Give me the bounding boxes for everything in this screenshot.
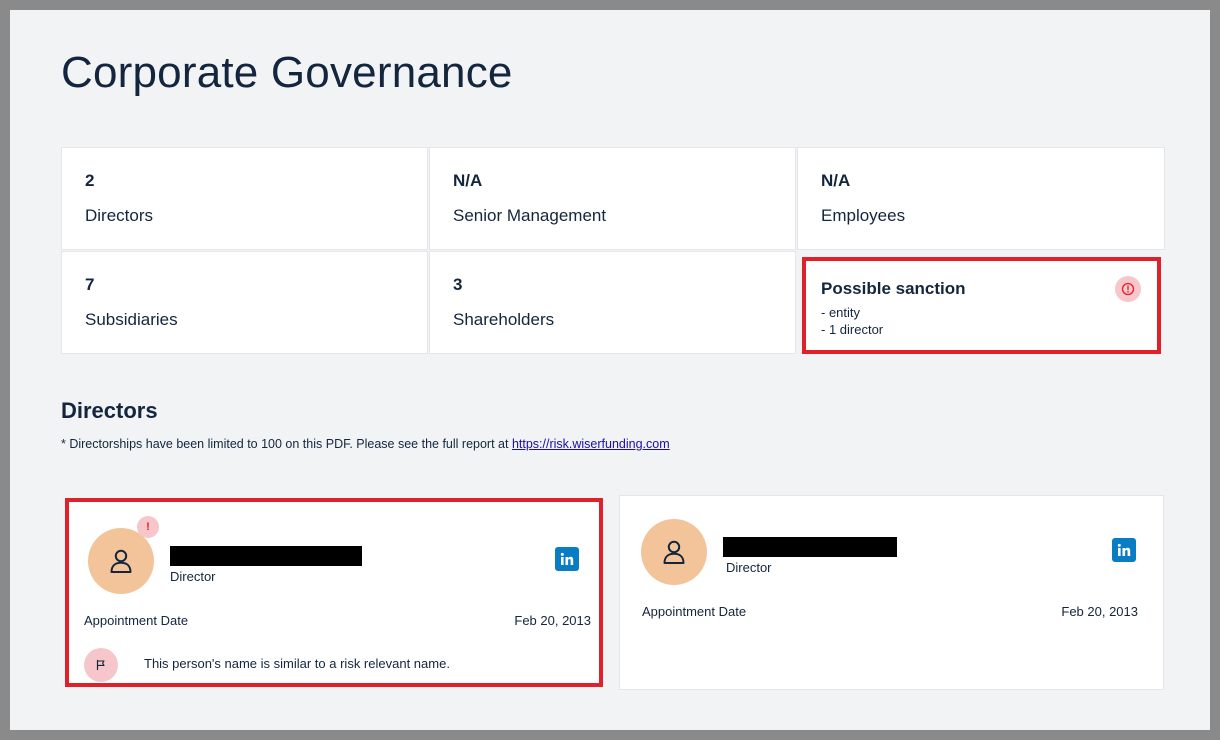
- stat-value: 3: [453, 275, 463, 294]
- stat-shareholders: 3 Shareholders: [429, 251, 796, 354]
- sanction-heading: Possible sanction: [821, 279, 966, 298]
- appointment-date-value: Feb 20, 2013: [514, 613, 591, 628]
- sanction-director-line: - 1 director: [821, 322, 884, 337]
- linkedin-icon[interactable]: [1112, 538, 1136, 562]
- avatar: [88, 528, 154, 594]
- sanction-entity-line: - entity: [821, 305, 861, 320]
- stat-label: Directors: [85, 206, 154, 225]
- risk-flag-message: This person's name is similar to a risk …: [144, 656, 450, 671]
- avatar: [641, 519, 707, 585]
- director-card: ! Director Appointment Date Feb 20, 2013…: [65, 498, 603, 687]
- note-text: * Directorships have been limited to 100…: [61, 437, 512, 451]
- redacted-name: [723, 537, 897, 557]
- redacted-name: [170, 546, 362, 566]
- directors-section-title: Directors: [61, 398, 158, 423]
- director-role: Director: [726, 560, 772, 575]
- director-card: Director Appointment Date Feb 20, 2013: [619, 495, 1164, 690]
- appointment-date-label: Appointment Date: [84, 613, 189, 628]
- stat-label: Employees: [821, 206, 906, 225]
- risk-alert-badge: !: [137, 516, 159, 538]
- report-page: Corporate Governance 2 Directors N/A Sen…: [10, 10, 1210, 730]
- person-icon: [663, 540, 685, 564]
- director-role: Director: [170, 569, 216, 584]
- possible-sanction-card: Possible sanction - entity - 1 director: [802, 257, 1161, 354]
- stat-label: Subsidiaries: [85, 310, 178, 329]
- flag-icon: [84, 648, 118, 682]
- full-report-link[interactable]: https://risk.wiserfunding.com: [512, 437, 670, 451]
- stat-senior-management: N/A Senior Management: [429, 147, 796, 250]
- stat-value: 2: [85, 171, 95, 190]
- alert-circle-icon: [1115, 276, 1141, 302]
- stat-value: 7: [85, 275, 95, 294]
- stat-employees: N/A Employees: [797, 147, 1165, 250]
- person-icon: [110, 549, 132, 573]
- page-title: Corporate Governance: [61, 48, 513, 97]
- appointment-date-label: Appointment Date: [642, 604, 747, 619]
- stat-value: N/A: [821, 171, 851, 190]
- stat-label: Shareholders: [453, 310, 555, 329]
- directorships-note: * Directorships have been limited to 100…: [61, 437, 670, 451]
- stat-label: Senior Management: [453, 206, 607, 225]
- stat-value: N/A: [453, 171, 483, 190]
- stat-subsidiaries: 7 Subsidiaries: [61, 251, 428, 354]
- appointment-date-value: Feb 20, 2013: [1061, 604, 1138, 619]
- linkedin-icon[interactable]: [555, 547, 579, 571]
- stat-directors: 2 Directors: [61, 147, 428, 250]
